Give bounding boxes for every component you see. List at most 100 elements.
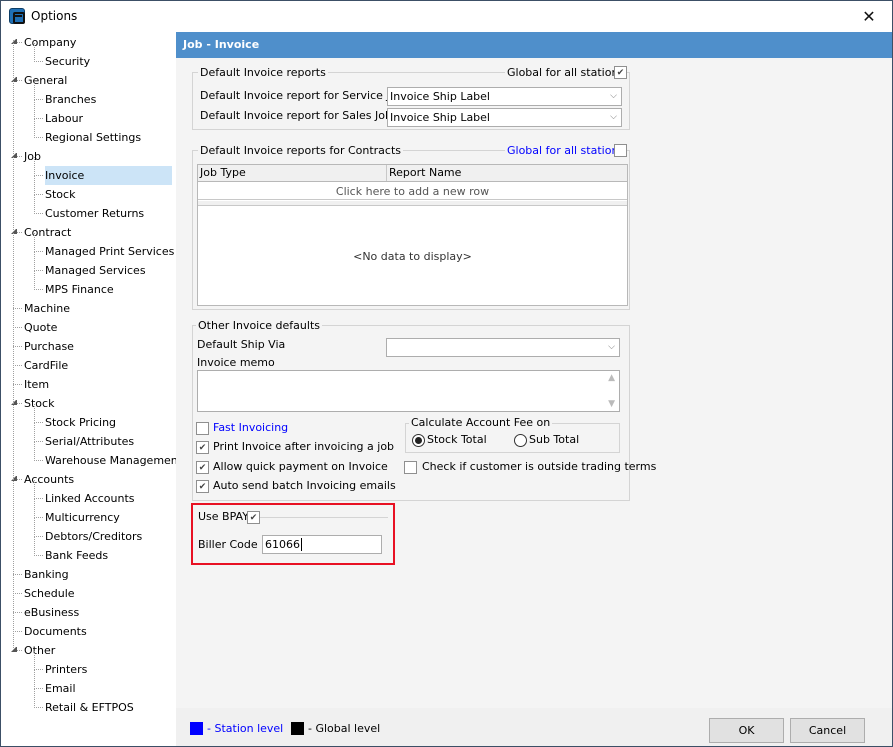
expand-arrow-icon[interactable]: [11, 228, 17, 234]
expand-arrow-icon[interactable]: [11, 38, 17, 44]
invoice-memo-input[interactable]: ▲ ▼: [197, 370, 620, 412]
tree-item-serial-attributes[interactable]: Serial/Attributes: [45, 432, 134, 451]
global-level-legend: - Global level: [308, 722, 381, 735]
contracts-global-checkbox[interactable]: [614, 144, 627, 157]
tree-item-machine[interactable]: Machine: [24, 299, 70, 318]
expand-arrow-icon[interactable]: [11, 646, 17, 652]
tree-connector: [34, 555, 43, 556]
cancel-button[interactable]: Cancel: [790, 718, 865, 743]
stock-total-label: Stock Total: [427, 433, 487, 446]
contracts-global-label: Global for all stations: [505, 144, 627, 157]
use-bpay-checkbox[interactable]: [247, 511, 260, 524]
tree-item-email[interactable]: Email: [45, 679, 76, 698]
tree-item-security[interactable]: Security: [45, 52, 90, 71]
tree-item-bank-feeds[interactable]: Bank Feeds: [45, 546, 108, 565]
close-button[interactable]: ✕: [846, 1, 892, 32]
tree-item-debtors-creditors[interactable]: Debtors/Creditors: [45, 527, 142, 546]
expand-arrow-icon[interactable]: [11, 475, 17, 481]
tree-connector: [34, 213, 43, 214]
tree-connector: [34, 499, 35, 518]
tree-item-general[interactable]: General: [24, 71, 67, 90]
tree-item-stock[interactable]: Stock: [24, 394, 54, 413]
expand-arrow-icon[interactable]: [11, 152, 17, 158]
tree-item-invoice[interactable]: Invoice: [45, 166, 172, 185]
other-defaults-legend: Other Invoice defaults: [196, 319, 322, 332]
ship-via-select[interactable]: ⌵: [386, 338, 620, 357]
tree-item-branches[interactable]: Branches: [45, 90, 96, 109]
biller-code-input[interactable]: 61066: [262, 535, 382, 554]
tree-item-company[interactable]: Company: [24, 33, 76, 52]
global-stations-label: Global for all stations: [505, 66, 627, 79]
tree-item-linked-accounts[interactable]: Linked Accounts: [45, 489, 135, 508]
quick-payment-checkbox[interactable]: [196, 461, 209, 474]
expand-arrow-icon[interactable]: [11, 76, 17, 82]
tree-item-other[interactable]: Other: [24, 641, 55, 660]
tree-connector: [34, 517, 43, 518]
tree-connector: [13, 384, 22, 385]
tree-item-regional-settings[interactable]: Regional Settings: [45, 128, 141, 147]
tree-item-stock-pricing[interactable]: Stock Pricing: [45, 413, 116, 432]
tree-item-warehouse-management[interactable]: Warehouse Management: [45, 451, 182, 470]
tree-connector: [34, 537, 35, 556]
tree-connector: [34, 119, 35, 138]
tree-connector: [34, 194, 43, 195]
fast-invoicing-checkbox[interactable]: [196, 422, 209, 435]
grid-separator: [198, 201, 627, 206]
sub-total-radio[interactable]: [514, 434, 527, 447]
trading-terms-checkbox[interactable]: [404, 461, 417, 474]
column-header-report-name[interactable]: Report Name: [389, 165, 461, 181]
tree-item-managed-print-services[interactable]: Managed Print Services: [45, 242, 174, 261]
tree-item-printers[interactable]: Printers: [45, 660, 87, 679]
stock-total-radio[interactable]: [412, 434, 425, 447]
tree-connector: [34, 251, 43, 252]
tree-item-banking[interactable]: Banking: [24, 565, 69, 584]
tree-item-labour[interactable]: Labour: [45, 109, 83, 128]
print-invoice-label: Print Invoice after invoicing a job: [213, 440, 395, 453]
tree-connector: [34, 423, 35, 442]
service-job-report-select[interactable]: Invoice Ship Label ⌵: [387, 87, 622, 106]
expand-arrow-icon[interactable]: [11, 399, 17, 405]
auto-send-emails-checkbox[interactable]: [196, 480, 209, 493]
contracts-legend: Default Invoice reports for Contracts: [198, 144, 404, 157]
tree-item-quote[interactable]: Quote: [24, 318, 57, 337]
tree-item-job[interactable]: Job: [24, 147, 41, 166]
auto-send-emails-label: Auto send batch Invoicing emails: [213, 479, 396, 492]
tree-item-customer-returns[interactable]: Customer Returns: [45, 204, 144, 223]
global-stations-checkbox[interactable]: [614, 66, 627, 79]
tree-item-purchase[interactable]: Purchase: [24, 337, 74, 356]
tree-item-cardfile[interactable]: CardFile: [24, 356, 68, 375]
tree-connector: [13, 327, 22, 328]
tree-item-contract[interactable]: Contract: [24, 223, 71, 242]
tree-item-multicurrency[interactable]: Multicurrency: [45, 508, 120, 527]
invoice-memo-label: Invoice memo: [197, 356, 275, 369]
tree-connector: [34, 422, 43, 423]
print-invoice-checkbox[interactable]: [196, 441, 209, 454]
column-header-job-type[interactable]: Job Type: [200, 165, 387, 181]
ok-button[interactable]: OK: [709, 718, 784, 743]
tree-connector: [34, 81, 35, 100]
biller-code-value: 61066: [265, 538, 300, 551]
tree-connector: [34, 651, 35, 670]
tree-item-accounts[interactable]: Accounts: [24, 470, 74, 489]
tree-item-managed-services[interactable]: Managed Services: [45, 261, 146, 280]
grid-header: Job Type Report Name: [198, 165, 627, 182]
tree-item-stock[interactable]: Stock: [45, 185, 75, 204]
tree-item-item[interactable]: Item: [24, 375, 49, 394]
tree-item-mps-finance[interactable]: MPS Finance: [45, 280, 114, 299]
station-level-legend: - Station level: [207, 722, 284, 735]
tree-connector: [34, 670, 35, 689]
scroll-down-icon[interactable]: ▼: [608, 399, 615, 409]
tree-connector: [34, 707, 43, 708]
scroll-up-icon[interactable]: ▲: [608, 373, 615, 383]
tree-item-schedule[interactable]: Schedule: [24, 584, 75, 603]
close-icon: ✕: [862, 7, 876, 26]
sales-job-report-select[interactable]: Invoice Ship Label ⌵: [387, 108, 622, 127]
tree-connector: [34, 175, 43, 176]
add-new-row[interactable]: Click here to add a new row: [198, 183, 627, 200]
trading-terms-label: Check if customer is outside trading ter…: [422, 460, 657, 473]
tree-item-ebusiness[interactable]: eBusiness: [24, 603, 79, 622]
tree-item-documents[interactable]: Documents: [24, 622, 87, 641]
tree-item-retail-eftpos[interactable]: Retail & EFTPOS: [45, 698, 134, 717]
tree-connector: [34, 137, 43, 138]
biller-code-label: Biller Code: [198, 538, 258, 551]
